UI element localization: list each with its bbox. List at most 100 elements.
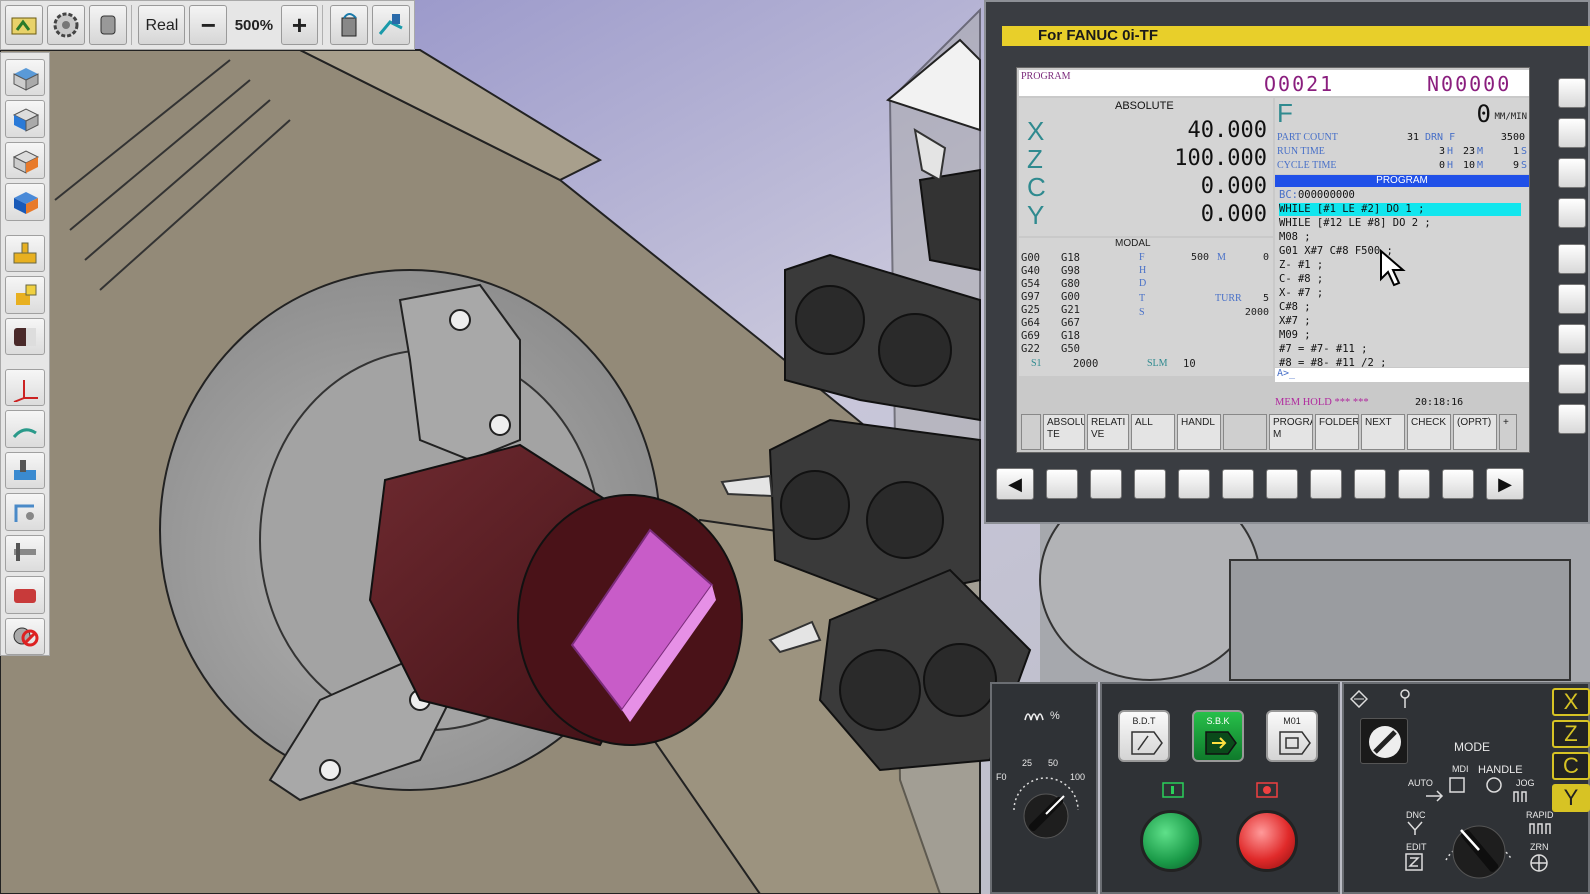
softkey-return[interactable] (1021, 414, 1041, 450)
edit-icon (1405, 853, 1423, 871)
side-key[interactable] (1558, 244, 1586, 274)
feed-hold-button[interactable] (1236, 810, 1298, 872)
caliper-button[interactable] (5, 534, 45, 573)
axis-label: Z (1027, 144, 1043, 174)
zoom-in-button[interactable]: + (280, 5, 319, 45)
measure-button[interactable] (5, 451, 45, 490)
machine-view-button[interactable] (5, 234, 45, 273)
side-key[interactable] (1558, 404, 1586, 434)
program-line[interactable]: #7 = #7- #11 ; (1279, 343, 1368, 356)
softkey-absolute[interactable]: ABSOLU TE (1043, 414, 1085, 450)
cycle-start-button[interactable] (1140, 810, 1202, 872)
view-front-button[interactable] (5, 100, 45, 138)
program-line[interactable]: X#7 ; (1279, 315, 1311, 328)
optional-stop-button[interactable]: M01 (1266, 710, 1318, 762)
tool-path-button[interactable] (372, 5, 410, 45)
open-file-button[interactable] (5, 5, 43, 45)
view-solid-button[interactable] (5, 183, 45, 221)
axis-label: C (1027, 172, 1046, 202)
wave-icon (1024, 713, 1044, 721)
softkey-operation[interactable]: (OPRT) (1453, 414, 1497, 450)
minutes-unit: M (1477, 146, 1484, 157)
program-line[interactable]: C- #8 ; (1279, 273, 1323, 286)
prev-softkey-button[interactable]: ◀ (996, 468, 1034, 500)
softkey-relative[interactable]: RELATI VE (1087, 414, 1129, 450)
side-key[interactable] (1558, 364, 1586, 394)
block-delete-button[interactable]: B.D.T (1118, 710, 1170, 762)
program-listing[interactable]: BC:000000000 WHILE [#1 LE #2] DO 1 ; WHI… (1275, 187, 1529, 367)
axis-value: 0.000 (1200, 202, 1267, 227)
mode-rapid-label: RAPID (1526, 810, 1554, 820)
hardware-key[interactable] (1442, 469, 1474, 499)
softkey-handle[interactable]: HANDL (1177, 414, 1221, 450)
softkey-program[interactable]: PROGRA M (1269, 414, 1313, 450)
stock-button[interactable] (88, 5, 127, 45)
single-block-button[interactable]: S.B.K (1192, 710, 1244, 762)
axis-c-button[interactable]: C (1552, 752, 1590, 780)
feed-override-panel: % F0 25 50 100 (990, 682, 1098, 894)
feed-tick: 25 (1022, 758, 1033, 768)
softkey-continue[interactable]: + (1499, 414, 1517, 450)
key-input-line[interactable]: A>_ (1275, 368, 1529, 382)
run-seconds: 1 (1512, 146, 1519, 157)
side-key[interactable] (1558, 198, 1586, 228)
cycle-minutes: 10 (1462, 160, 1475, 171)
hardware-key[interactable] (1266, 469, 1298, 499)
collision-button[interactable] (5, 617, 45, 655)
side-key[interactable] (1558, 118, 1586, 148)
modal-turr-label: TURR (1215, 293, 1242, 304)
hardware-key[interactable] (1090, 469, 1122, 499)
program-line-current[interactable]: WHILE [#1 LE #2] DO 1 ; (1279, 203, 1521, 216)
program-line[interactable]: WHILE [#12 LE #8] DO 2 ; (1279, 217, 1431, 230)
program-line[interactable]: M08 ; (1279, 231, 1311, 244)
modal-title: MODAL (1115, 238, 1151, 249)
machine-settings-button[interactable] (46, 5, 85, 45)
softkey-check[interactable]: CHECK (1407, 414, 1451, 450)
real-size-button[interactable]: Real (138, 5, 186, 45)
single-block-icon (1205, 731, 1237, 755)
softkey-folder[interactable]: FOLDER (1315, 414, 1359, 450)
side-key[interactable] (1558, 284, 1586, 314)
mode-selector-knob[interactable] (1434, 800, 1524, 890)
hardware-key[interactable] (1178, 469, 1210, 499)
program-line[interactable]: X- #7 ; (1279, 287, 1323, 300)
hardware-key[interactable] (1398, 469, 1430, 499)
modal-code: G18 (1061, 330, 1080, 342)
hardware-key[interactable] (1354, 469, 1386, 499)
side-key[interactable] (1558, 324, 1586, 354)
coordinate-axis-button[interactable] (5, 368, 45, 407)
stock-view-button[interactable] (5, 317, 45, 355)
tool-offset-button[interactable] (5, 493, 45, 531)
axis-z-button[interactable]: Z (1552, 720, 1590, 748)
program-line[interactable]: G01 X#7 C#8 F500 ; (1279, 245, 1393, 258)
zoom-out-button[interactable]: − (189, 5, 228, 45)
program-line[interactable]: #8 = #8- #11 /2 ; (1279, 357, 1386, 367)
next-softkey-button[interactable]: ▶ (1486, 468, 1524, 500)
cycle-start-indicator-icon (1162, 782, 1184, 798)
feed-rate-panel: F 0 MM/MIN PART COUNT 31 DRN F 3500 RUN … (1275, 98, 1529, 160)
axis-y-button[interactable]: Y (1552, 784, 1590, 812)
softkey-all[interactable]: ALL (1131, 414, 1175, 450)
side-key[interactable] (1558, 78, 1586, 108)
view-side-button[interactable] (5, 141, 45, 180)
bc-value: 000000000 (1297, 189, 1355, 201)
program-line[interactable]: C#8 ; (1279, 301, 1311, 314)
softkey-blank[interactable] (1223, 414, 1267, 450)
workpiece-view-button[interactable] (5, 276, 45, 314)
program-line[interactable]: M09 ; (1279, 329, 1311, 342)
program-line[interactable]: Z- #1 ; (1279, 259, 1323, 272)
side-key[interactable] (1558, 158, 1586, 188)
view-iso-button[interactable] (5, 59, 45, 97)
feed-override-dial[interactable] (1006, 774, 1086, 844)
door-button[interactable] (330, 5, 369, 45)
hardware-key[interactable] (1134, 469, 1166, 499)
triangle-right-icon: ▶ (1498, 473, 1512, 494)
axis-x-button[interactable]: X (1552, 688, 1590, 716)
section-view-button[interactable] (5, 576, 45, 614)
emergency-dial-button[interactable] (1360, 718, 1408, 764)
hardware-key[interactable] (1222, 469, 1254, 499)
hardware-key[interactable] (1046, 469, 1078, 499)
tool-path-view-button[interactable] (5, 410, 45, 448)
hardware-key[interactable] (1310, 469, 1342, 499)
softkey-next[interactable]: NEXT (1361, 414, 1405, 450)
